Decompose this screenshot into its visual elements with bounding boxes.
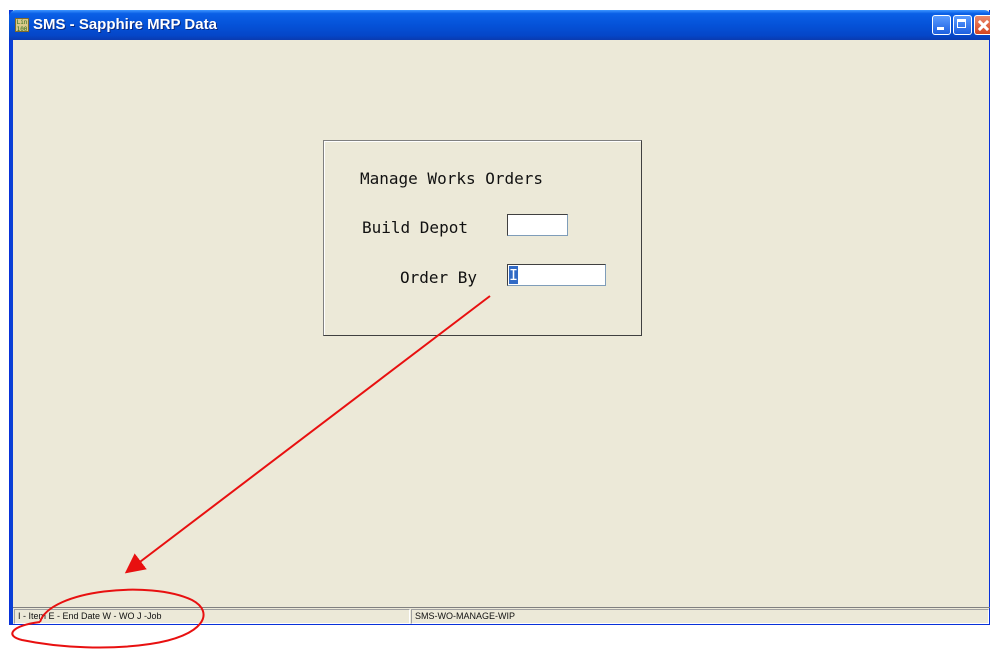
- close-button[interactable]: [974, 15, 990, 35]
- minimize-button[interactable]: [932, 15, 951, 35]
- manage-works-orders-panel: Manage Works Orders Build Depot Order By…: [323, 140, 642, 336]
- status-hint: I - Item E - End Date W - WO J -Job: [14, 609, 410, 624]
- app-icon[interactable]: Lin 100: [15, 18, 29, 33]
- window-title: SMS - Sapphire MRP Data: [33, 16, 217, 33]
- panel-title: Manage Works Orders: [360, 169, 544, 188]
- maximize-button[interactable]: [953, 15, 972, 35]
- title-bar[interactable]: Lin 100 SMS - Sapphire MRP Data: [9, 10, 990, 40]
- main-window: Lin 100 SMS - Sapphire MRP Data Manage Wo…: [9, 10, 990, 625]
- build-depot-input[interactable]: [507, 214, 568, 236]
- order-by-input[interactable]: I: [507, 264, 606, 286]
- order-by-label: Order By: [400, 268, 478, 287]
- status-bar: I - Item E - End Date W - WO J -Job SMS-…: [13, 607, 990, 625]
- status-program-id: SMS-WO-MANAGE-WIP: [411, 609, 989, 624]
- build-depot-label: Build Depot: [362, 218, 468, 237]
- order-by-value: I: [509, 266, 519, 284]
